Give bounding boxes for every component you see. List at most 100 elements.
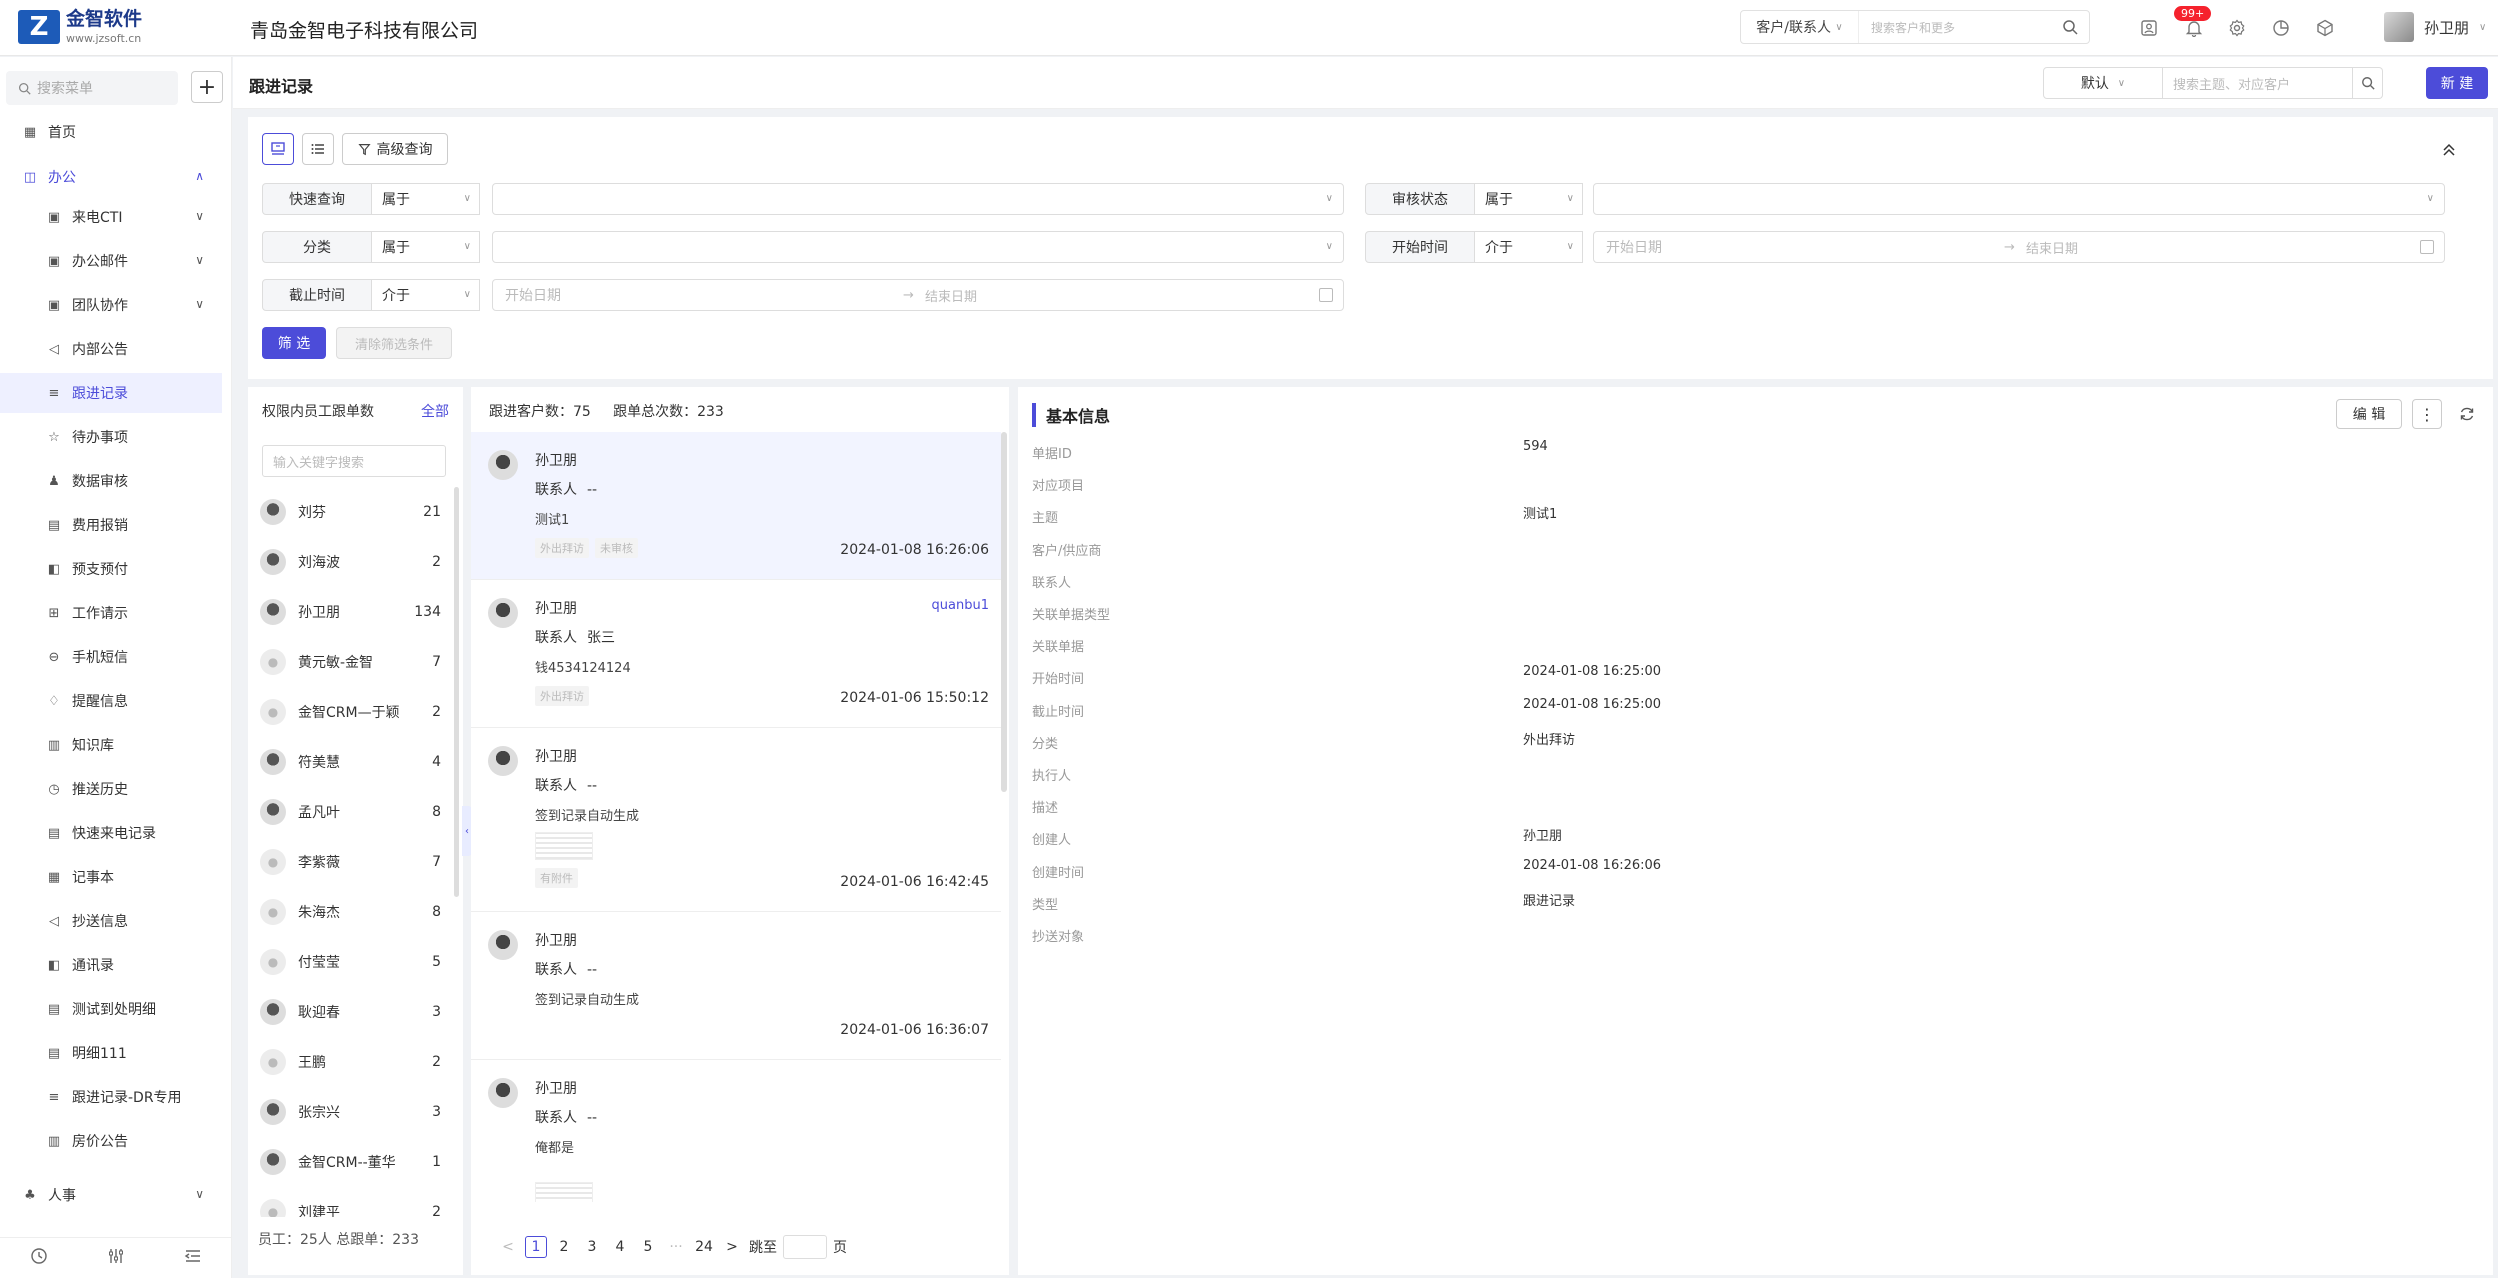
employee-row[interactable]: 孙卫朋 134 [248, 587, 463, 637]
employee-row[interactable]: 张宗兴 3 [248, 1087, 463, 1137]
record-card[interactable]: 孙卫朋 联系人 -- 测试1 外出拜访 未审核 2024-01-08 16:26:06 [471, 432, 1001, 580]
record-card[interactable]: 孙卫朋 联系人 -- 俺都是 [471, 1060, 1001, 1202]
employee-row[interactable]: ● 朱海杰 8 [248, 887, 463, 937]
page-2[interactable]: 2 [553, 1236, 575, 1258]
jump-page-input[interactable] [783, 1235, 827, 1259]
page-4[interactable]: 4 [609, 1236, 631, 1258]
quick-query-value[interactable]: ∨ [492, 183, 1344, 215]
audit-status-operator[interactable]: 属于 ∨ [1475, 183, 1583, 215]
employee-row[interactable]: 耿迎春 3 [248, 987, 463, 1037]
scrollbar[interactable] [1001, 432, 1007, 792]
employee-row[interactable]: 刘芬 21 [248, 487, 463, 537]
new-button[interactable]: 新 建 [2426, 67, 2488, 99]
box-icon[interactable] [2314, 17, 2336, 39]
menu-search-input[interactable]: 搜索菜单 [6, 71, 178, 105]
deadline-range[interactable]: 开始日期 → 结束日期 [492, 279, 1344, 311]
employee-row[interactable]: ● 王鹏 2 [248, 1037, 463, 1087]
sidebar-item-17[interactable]: ◁ 抄送信息 [0, 901, 222, 941]
sidebar-item-10[interactable]: ⊞ 工作请示 [0, 593, 222, 633]
filter-submit-button[interactable]: 筛 选 [262, 327, 326, 359]
view-select[interactable]: 默认 ∨ [2043, 67, 2163, 99]
start-time-range[interactable]: 开始日期 → 结束日期 [1593, 231, 2445, 263]
employee-row[interactable]: 符美慧 4 [248, 737, 463, 787]
category-operator[interactable]: 属于 ∨ [372, 231, 480, 263]
sidebar-item-1[interactable]: ▣ 来电CTI ∨ [0, 197, 222, 237]
audit-status-value[interactable]: ∨ [1593, 183, 2445, 215]
start-time-operator[interactable]: 介于 ∨ [1475, 231, 1583, 263]
sidebar-item-15[interactable]: ▤ 快速来电记录 [0, 813, 222, 853]
page-ellipsis[interactable]: ··· [665, 1236, 687, 1258]
search-type-select[interactable]: 客户/联系人 ∨ [1741, 11, 1859, 43]
sidebar-item-12[interactable]: ♢ 提醒信息 [0, 681, 222, 721]
sidebar-item-16[interactable]: ▦ 记事本 [0, 857, 222, 897]
prev-page-button[interactable]: < [497, 1236, 519, 1258]
brand-logo[interactable]: Z 金智软件 www.jzsoft.cn [18, 10, 142, 44]
card-view-button[interactable] [262, 133, 294, 165]
sidebar-item-hr[interactable]: ♣ 人事 ∨ [0, 1175, 222, 1215]
sidebar-item-18[interactable]: ◧ 通讯录 [0, 945, 222, 985]
start-date-input[interactable]: 开始日期 [1606, 237, 1662, 257]
sidebar-item-9[interactable]: ◧ 预支预付 [0, 549, 222, 589]
sidebar-item-8[interactable]: ▤ 费用报销 [0, 505, 222, 545]
end-date-input[interactable]: 结束日期 [925, 286, 977, 305]
sidebar-item-7[interactable]: ♟ 数据审核 [0, 461, 222, 501]
all-employees-link[interactable]: 全部 [421, 401, 449, 421]
record-search-input[interactable]: 搜索主题、对应客户 [2163, 67, 2353, 99]
record-card[interactable]: 孙卫朋 联系人 -- 签到记录自动生成 2024-01-06 16:36:07 [471, 912, 1001, 1060]
sidebar-item-5[interactable]: ≡ 跟进记录 [0, 373, 222, 413]
more-icon[interactable]: ⋮ [2412, 399, 2442, 429]
employee-row[interactable]: ● 黄元敏-金智 7 [248, 637, 463, 687]
category-value[interactable]: ∨ [492, 231, 1344, 263]
record-card[interactable]: 孙卫朋 联系人 张三 钱4534124124 quanbu1 外出拜访 2024-01-06… [471, 580, 1001, 728]
sidebar-item-11[interactable]: ⊖ 手机短信 [0, 637, 222, 677]
employee-row[interactable]: ● 刘建平 2 [248, 1187, 463, 1217]
sidebar-item-6[interactable]: ☆ 待办事项 [0, 417, 222, 457]
history-icon[interactable] [30, 1247, 48, 1269]
refresh-icon[interactable] [2456, 403, 2478, 425]
quick-query-operator[interactable]: 属于 ∨ [372, 183, 480, 215]
record-card[interactable]: 孙卫朋 联系人 -- 签到记录自动生成 有附件 2024-01-06 16:42:45 [471, 728, 1001, 912]
global-search-input[interactable]: 搜索客户和更多 [1859, 19, 2051, 36]
employee-row[interactable]: ● 付莹莹 5 [248, 937, 463, 987]
attachment-thumbnail[interactable] [535, 832, 593, 860]
employee-row[interactable]: 刘海波 2 [248, 537, 463, 587]
search-button[interactable] [2353, 67, 2383, 99]
edit-button[interactable]: 编 辑 [2336, 399, 2402, 429]
page-1[interactable]: 1 [525, 1236, 547, 1258]
sidebar-item-14[interactable]: ◷ 推送历史 [0, 769, 222, 809]
employee-row[interactable]: ● 李紫薇 7 [248, 837, 463, 887]
user-menu[interactable]: 孙卫朋 ∨ [2384, 12, 2486, 42]
page-5[interactable]: 5 [637, 1236, 659, 1258]
employee-row[interactable]: ● 金智CRM—于颖 2 [248, 687, 463, 737]
sidebar-item-19[interactable]: ▤ 测试到处明细 [0, 989, 222, 1029]
collapse-menu-icon[interactable] [184, 1247, 202, 1269]
attachment-thumbnail[interactable] [535, 1182, 593, 1202]
employee-search-input[interactable]: 输入关键字搜索 [262, 445, 446, 477]
next-page-button[interactable]: > [721, 1236, 743, 1258]
contacts-icon[interactable] [2138, 17, 2160, 39]
sidebar-item-4[interactable]: ◁ 内部公告 [0, 329, 222, 369]
employee-row[interactable]: 孟凡叶 8 [248, 787, 463, 837]
end-date-input[interactable]: 结束日期 [2026, 238, 2078, 257]
search-icon[interactable] [2051, 19, 2089, 35]
gear-icon[interactable] [2226, 17, 2248, 39]
deadline-operator[interactable]: 介于 ∨ [372, 279, 480, 311]
start-date-input[interactable]: 开始日期 [505, 285, 561, 305]
sidebar-item-22[interactable]: ▥ 房价公告 [0, 1121, 222, 1161]
sidebar-item-13[interactable]: ▥ 知识库 [0, 725, 222, 765]
pie-chart-icon[interactable] [2270, 17, 2292, 39]
advanced-search-button[interactable]: 高级查询 [342, 133, 448, 165]
sidebar-item-office[interactable]: ◫ 办公 ∧ [0, 157, 222, 197]
clear-filters-button[interactable]: 清除筛选条件 [336, 327, 452, 359]
sidebar-item-2[interactable]: ▣ 办公邮件 ∨ [0, 241, 222, 281]
page-last[interactable]: 24 [693, 1236, 715, 1258]
sidebar-item-home[interactable]: ▦ 首页 [0, 112, 222, 152]
sidebar-item-3[interactable]: ▣ 团队协作 ∨ [0, 285, 222, 325]
employee-row[interactable]: 金智CRM--董华 1 [248, 1137, 463, 1187]
list-view-button[interactable] [302, 133, 334, 165]
page-3[interactable]: 3 [581, 1236, 603, 1258]
sidebar-item-21[interactable]: ≡ 跟进记录-DR专用 [0, 1077, 222, 1117]
sidebar-item-20[interactable]: ▤ 明细111 [0, 1033, 222, 1073]
collapse-filter-button[interactable] [2438, 139, 2460, 161]
scrollbar[interactable] [454, 487, 459, 897]
